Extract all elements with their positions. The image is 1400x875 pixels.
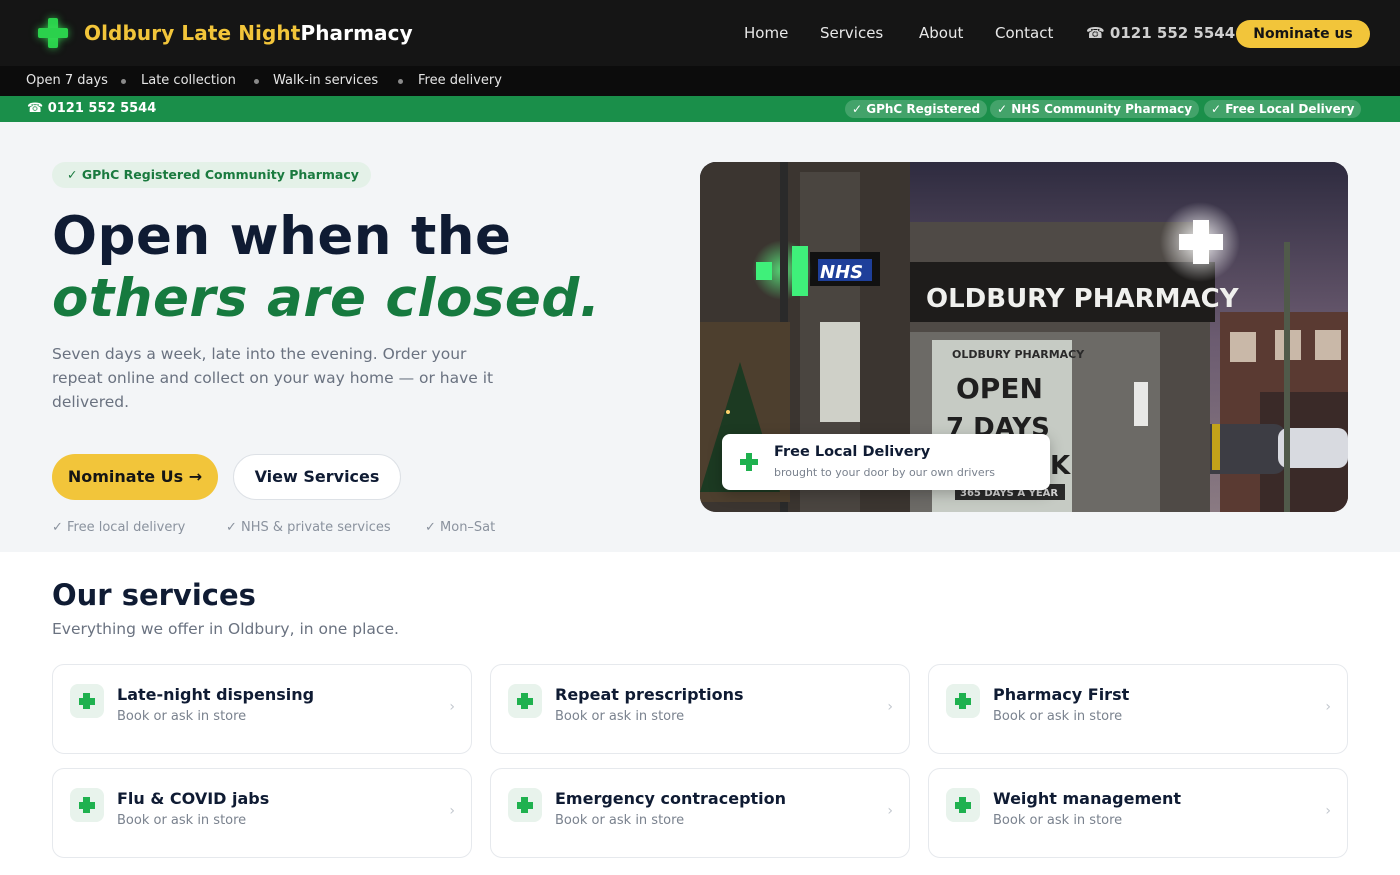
info-free-delivery: Free delivery [418, 73, 502, 88]
service-card-late-night-dispensing[interactable]: Late-night dispensing Book or ask in sto… [52, 664, 472, 754]
poster-brand: OLDBURY PHARMACY [952, 348, 1085, 361]
service-card-title: Repeat prescriptions [555, 685, 744, 704]
brand-name: Oldbury Late NightPharmacy [84, 21, 413, 45]
green-cross-icon [946, 684, 980, 718]
storefront-sign: OLDBURY PHARMACY [926, 284, 1240, 314]
services-subheading: Everything we offer in Oldbury, in one p… [52, 620, 399, 638]
badge-nhs: ✓ NHS Community Pharmacy [990, 100, 1200, 118]
service-card-subtitle: Book or ask in store [993, 813, 1123, 828]
bullet-separator [398, 79, 403, 84]
bullet-separator [121, 79, 126, 84]
green-cross-icon [946, 788, 980, 822]
service-card-weight-management[interactable]: Weight management Book or ask in store › [928, 768, 1348, 858]
green-cross-icon [508, 684, 542, 718]
hero-section: ✓ GPhC Registered Community Pharmacy Ope… [0, 122, 1400, 552]
service-card-title: Late-night dispensing [117, 685, 315, 704]
view-services-button[interactable]: View Services [233, 454, 401, 500]
chevron-right-icon: › [1325, 699, 1331, 715]
top-nav: Oldbury Late NightPharmacy Home Services… [0, 0, 1400, 66]
green-cross-icon [70, 684, 104, 718]
green-cross-icon [70, 788, 104, 822]
check-nhs-private: ✓ NHS & private services [226, 520, 391, 535]
delivery-card-subtitle: brought to your door by our own drivers [774, 466, 995, 479]
bullet-separator [254, 79, 259, 84]
green-cross-icon [740, 453, 758, 471]
service-card-subtitle: Book or ask in store [555, 709, 685, 724]
info-late-collection: Late collection [141, 73, 236, 88]
poster-open: OPEN [956, 372, 1043, 405]
poster-k: K [1050, 451, 1071, 481]
hero-paragraph: Seven days a week, late into the evening… [52, 345, 494, 411]
nominate-us-button[interactable]: Nominate us [1236, 20, 1370, 48]
chevron-right-icon: › [887, 699, 893, 715]
nav-link-about[interactable]: About [919, 24, 963, 42]
badge-delivery: ✓ Free Local Delivery [1204, 100, 1362, 118]
service-card-pharmacy-first[interactable]: Pharmacy First Book or ask in store › [928, 664, 1348, 754]
check-hours: ✓ Mon–Sat [425, 520, 496, 535]
nav-link-home[interactable]: Home [744, 24, 788, 42]
green-cross-icon [508, 788, 542, 822]
green-cross-icon [38, 18, 68, 48]
nav-phone-link[interactable]: ☎ 0121 552 5544 [1086, 24, 1235, 42]
service-card-emergency-contraception[interactable]: Emergency contraception Book or ask in s… [490, 768, 910, 858]
service-card-subtitle: Book or ask in store [117, 709, 247, 724]
delivery-card: Free Local Delivery brought to your door… [722, 434, 1050, 490]
info-walk-in: Walk-in services [273, 73, 379, 88]
nav-link-contact[interactable]: Contact [995, 24, 1053, 42]
registered-pill: ✓ GPhC Registered Community Pharmacy [52, 162, 371, 188]
service-card-title: Emergency contraception [555, 789, 787, 808]
service-card-title: Weight management [993, 789, 1181, 808]
info-strip: Open 7 days Late collection Walk-in serv… [0, 66, 1400, 96]
trust-bar-phone[interactable]: ☎ 0121 552 5544 [27, 101, 156, 116]
info-open-7-days: Open 7 days [26, 73, 108, 88]
chevron-right-icon: › [449, 803, 455, 819]
service-card-subtitle: Book or ask in store [993, 709, 1123, 724]
service-card-subtitle: Book or ask in store [555, 813, 685, 828]
hero-nominate-button[interactable]: Nominate Us → [52, 454, 218, 500]
service-card-subtitle: Book or ask in store [117, 813, 247, 828]
check-free-delivery: ✓ Free local delivery [52, 520, 186, 535]
services-heading: Our services [52, 578, 256, 612]
chevron-right-icon: › [887, 803, 893, 819]
hero-headline-line1: Open when the [52, 206, 512, 267]
hero-headline-line2: others are closed. [52, 268, 601, 329]
chevron-right-icon: › [449, 699, 455, 715]
service-card-flu-covid-jabs[interactable]: Flu & COVID jabs Book or ask in store › [52, 768, 472, 858]
badge-gphc: ✓ GPhC Registered [845, 100, 988, 118]
trust-bar: ☎ 0121 552 5544 ✓ GPhC Registered ✓ NHS … [0, 96, 1400, 122]
service-card-title: Pharmacy First [993, 685, 1130, 704]
brand-logo[interactable]: Oldbury Late NightPharmacy [38, 15, 413, 51]
nhs-logo: NHS [820, 262, 863, 283]
delivery-card-title: Free Local Delivery [774, 444, 931, 460]
nav-link-services[interactable]: Services [820, 24, 883, 42]
service-card-repeat-prescriptions[interactable]: Repeat prescriptions Book or ask in stor… [490, 664, 910, 754]
service-card-title: Flu & COVID jabs [117, 789, 270, 808]
chevron-right-icon: › [1325, 803, 1331, 819]
